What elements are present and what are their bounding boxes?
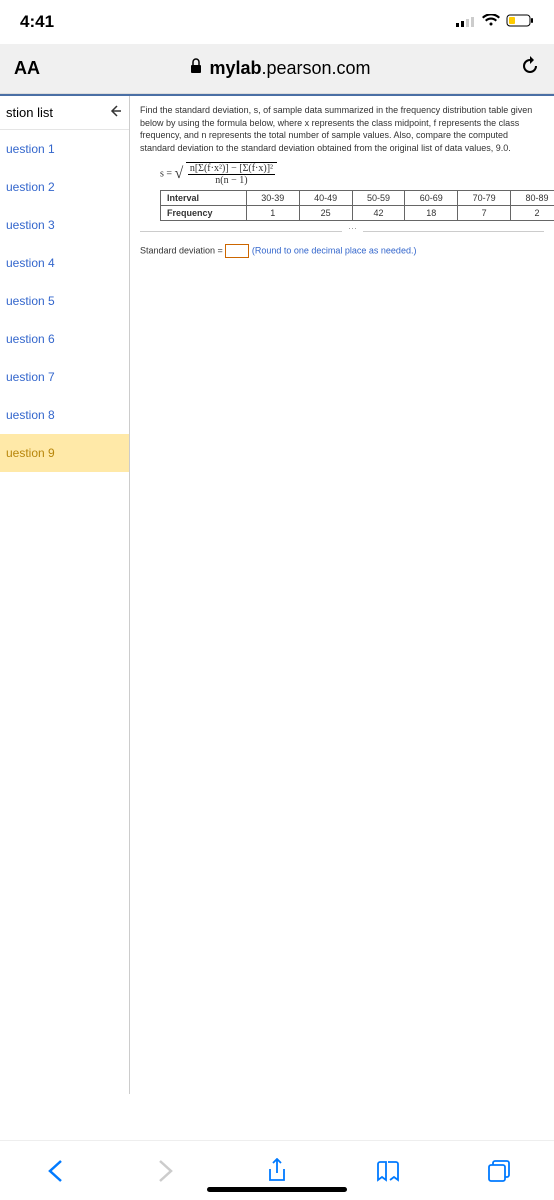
instruction-text: Find the standard deviation, s, of sampl… [140,104,544,154]
question-content: Find the standard deviation, s, of sampl… [130,96,554,1094]
url-text: mylab.pearson.com [209,58,370,79]
reload-icon[interactable] [520,56,540,81]
sidebar-item-q3[interactable]: uestion 3 [0,206,129,244]
sidebar-item-q1[interactable]: uestion 1 [0,130,129,168]
url-display[interactable]: mylab.pearson.com [52,58,508,79]
sidebar-item-q8[interactable]: uestion 8 [0,396,129,434]
answer-input[interactable] [225,244,249,258]
tabs-button[interactable] [477,1149,521,1193]
sidebar-header: stion list [0,96,129,130]
sidebar-item-q6[interactable]: uestion 6 [0,320,129,358]
battery-icon [506,12,534,32]
frequency-table: Interval 30-39 40-49 50-59 60-69 70-79 8… [160,190,554,221]
bookmarks-button[interactable] [366,1149,410,1193]
sidebar-item-q4[interactable]: uestion 4 [0,244,129,282]
lock-icon [189,58,203,79]
sidebar-item-q2[interactable]: uestion 2 [0,168,129,206]
sidebar-item-q9[interactable]: uestion 9 [0,434,129,472]
sidebar-title: stion list [6,105,53,120]
answer-hint: (Round to one decimal place as needed.) [252,246,417,256]
browser-toolbar: AA mylab.pearson.com [0,44,554,94]
status-time: 4:41 [20,12,54,32]
share-button[interactable] [255,1149,299,1193]
forward-button [144,1149,188,1193]
wifi-icon [482,12,500,32]
signal-icon [456,12,476,32]
answer-row: Standard deviation = (Round to one decim… [140,244,544,258]
table-row-interval: Interval 30-39 40-49 50-59 60-69 70-79 8… [161,191,554,206]
collapse-icon[interactable] [109,104,123,121]
formula: s = √ n[Σ(f·x²)] − [Σ(f·x)]² n(n − 1) [160,162,544,186]
status-indicators [456,12,534,32]
content-divider [140,231,544,232]
home-indicator[interactable] [207,1187,347,1192]
content-area: stion list uestion 1 uestion 2 uestion 3… [0,94,554,1094]
answer-label: Standard deviation = [140,246,223,256]
table-row-frequency: Frequency 1 25 42 18 7 2 [161,206,554,221]
sidebar-item-q5[interactable]: uestion 5 [0,282,129,320]
sidebar-item-q7[interactable]: uestion 7 [0,358,129,396]
status-bar: 4:41 [0,0,554,44]
text-size-button[interactable]: AA [14,58,40,79]
question-sidebar: stion list uestion 1 uestion 2 uestion 3… [0,96,130,1094]
back-button[interactable] [33,1149,77,1193]
